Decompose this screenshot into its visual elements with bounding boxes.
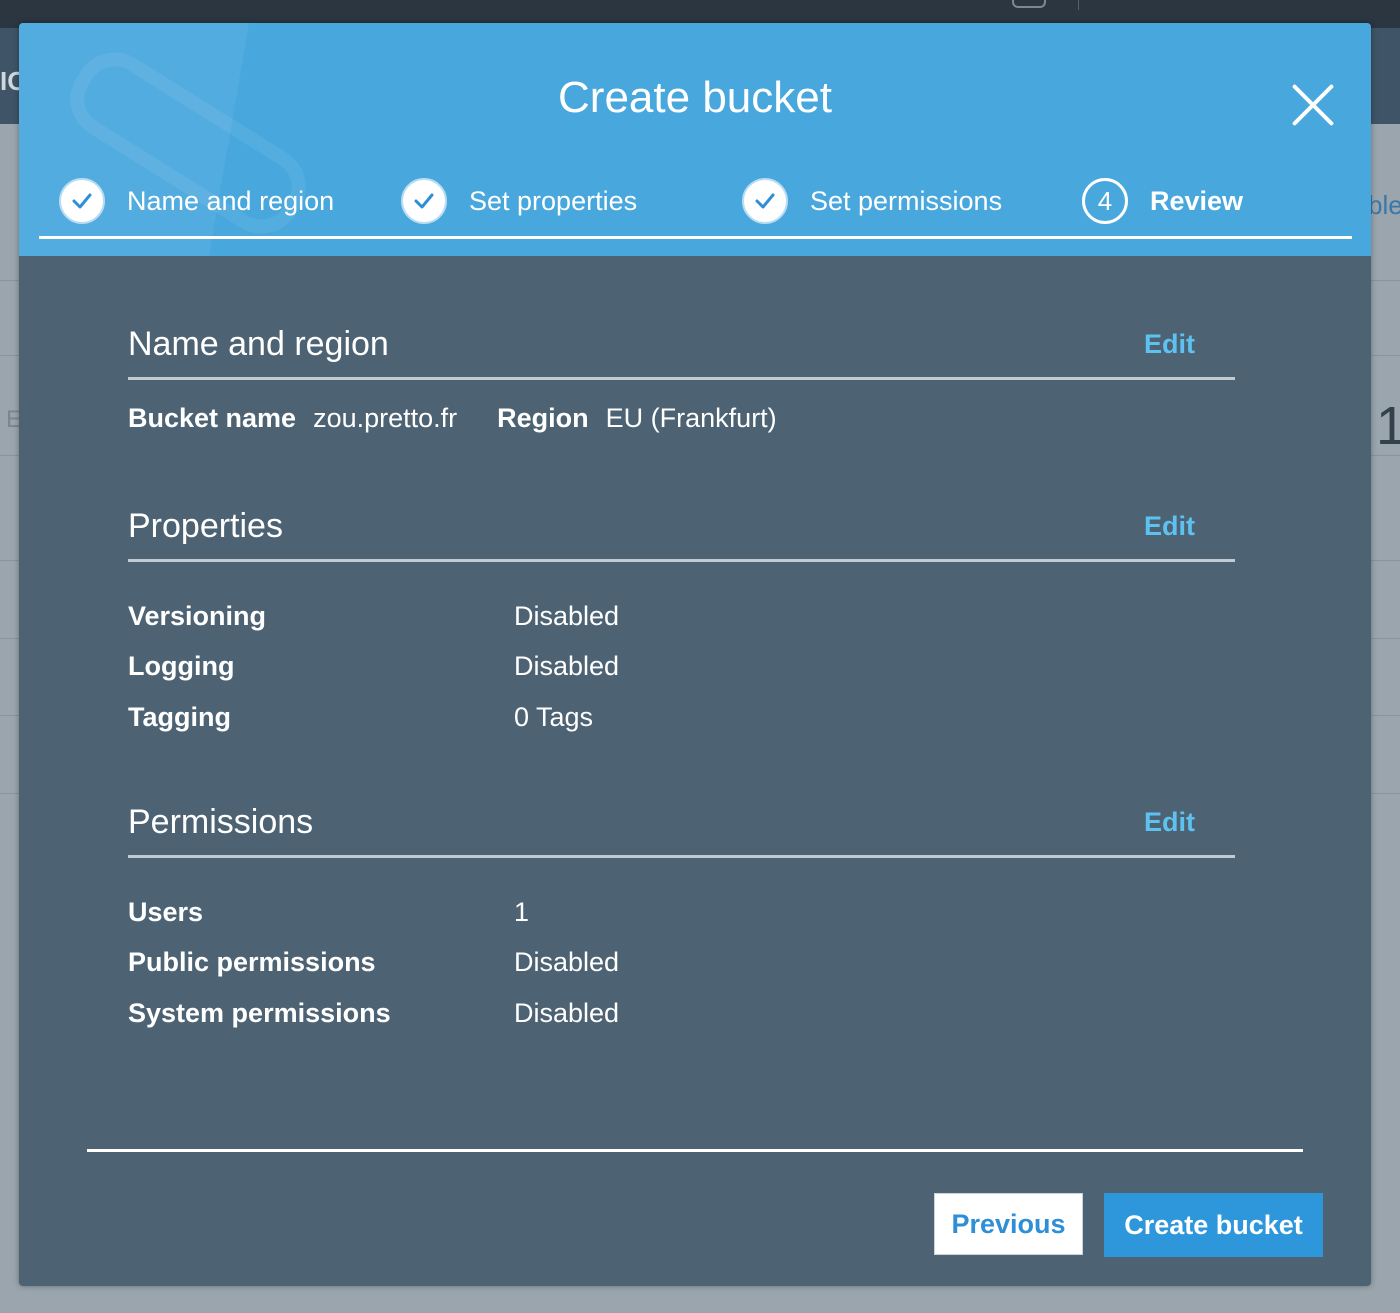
- section-permissions: Permissions Edit: [128, 803, 1235, 858]
- logging-label: Logging: [128, 651, 235, 681]
- bucket-name-value: zou.pretto.fr: [313, 403, 458, 433]
- section-properties: Properties Edit: [128, 507, 1235, 562]
- close-icon[interactable]: [1289, 81, 1337, 129]
- step-set-permissions[interactable]: Set permissions: [742, 173, 1002, 229]
- section-title: Properties: [128, 507, 283, 545]
- region-label: Region: [497, 403, 589, 433]
- create-bucket-button[interactable]: Create bucket: [1104, 1193, 1323, 1257]
- name-region-summary: Bucket name zou.pretto.fr Region EU (Fra…: [128, 403, 777, 434]
- system-permissions-value: Disabled: [514, 998, 620, 1028]
- logging-value: Disabled: [514, 651, 620, 681]
- wizard-steps: Name and region Set properties Set permi…: [39, 173, 1352, 239]
- step-number-icon: 4: [1082, 178, 1128, 224]
- edit-properties-link[interactable]: Edit: [1144, 511, 1195, 542]
- check-circle-icon: [59, 178, 105, 224]
- footer-divider: [87, 1149, 1303, 1152]
- check-circle-icon: [742, 178, 788, 224]
- step-label: Review: [1150, 185, 1244, 216]
- public-permissions-label: Public permissions: [128, 947, 376, 977]
- edit-name-region-link[interactable]: Edit: [1144, 329, 1195, 360]
- step-name-and-region[interactable]: Name and region: [59, 173, 334, 229]
- background-side-text: ble: [1368, 190, 1400, 220]
- section-title: Permissions: [128, 803, 314, 841]
- versioning-label: Versioning: [128, 601, 267, 631]
- background-divider: [1078, 0, 1079, 10]
- step-set-properties[interactable]: Set properties: [401, 173, 637, 229]
- system-permissions-label: System permissions: [128, 998, 391, 1028]
- bucket-name-label: Bucket name: [128, 403, 297, 433]
- modal-header: Create bucket Name and region Set proper…: [19, 23, 1371, 256]
- tagging-label: Tagging: [128, 702, 231, 732]
- check-circle-icon: [401, 178, 447, 224]
- background-digit: 1: [1375, 396, 1400, 456]
- versioning-value: Disabled: [514, 601, 620, 631]
- previous-button[interactable]: Previous: [934, 1193, 1083, 1255]
- step-label: Name and region: [127, 185, 335, 216]
- step-label: Set permissions: [810, 185, 1003, 216]
- step-label: Set properties: [469, 185, 638, 216]
- users-label: Users: [128, 897, 204, 927]
- step-review[interactable]: 4 Review: [1082, 173, 1243, 229]
- users-value: 1: [514, 897, 530, 927]
- region-value: EU (Frankfurt): [605, 403, 777, 433]
- modal-title: Create bucket: [558, 73, 832, 122]
- section-name-and-region: Name and region Edit: [128, 325, 1235, 380]
- tagging-value: 0 Tags: [514, 702, 594, 732]
- public-permissions-value: Disabled: [514, 947, 620, 977]
- create-bucket-modal: Create bucket Name and region Set proper…: [19, 23, 1371, 1286]
- background-bell-icon: [1012, 0, 1046, 8]
- edit-permissions-link[interactable]: Edit: [1144, 807, 1195, 838]
- section-title: Name and region: [128, 325, 389, 363]
